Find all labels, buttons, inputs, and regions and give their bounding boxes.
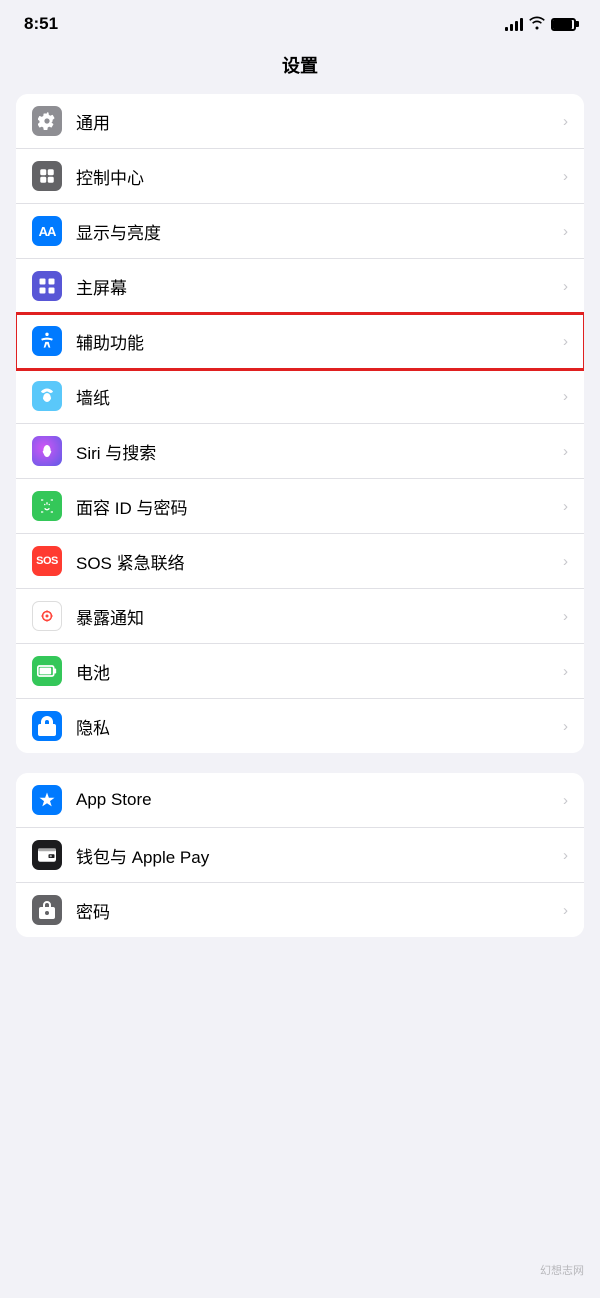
settings-row-general[interactable]: 通用 › [16, 94, 584, 149]
settings-row-exposure[interactable]: 暴露通知 › [16, 589, 584, 644]
sos-chevron: › [563, 553, 568, 570]
settings-row-siri[interactable]: Siri 与搜索 › [16, 424, 584, 479]
sos-label: SOS 紧急联络 [76, 549, 563, 574]
wallet-icon [32, 840, 62, 870]
signal-icon [505, 17, 523, 31]
general-chevron: › [563, 113, 568, 130]
sos-icon: SOS [32, 546, 62, 576]
wallet-label: 钱包与 Apple Pay [76, 843, 563, 868]
privacy-label: 隐私 [76, 714, 563, 739]
wallpaper-label: 墙纸 [76, 384, 563, 409]
page-title: 设置 [0, 42, 600, 94]
password-label: 密码 [76, 898, 563, 923]
settings-group-2: App Store › 钱包与 Apple Pay › 密码 › [16, 773, 584, 937]
settings-row-display[interactable]: AA 显示与亮度 › [16, 204, 584, 259]
control-center-label: 控制中心 [76, 164, 563, 189]
wallpaper-icon [32, 381, 62, 411]
siri-chevron: › [563, 443, 568, 460]
settings-row-password[interactable]: 密码 › [16, 883, 584, 937]
password-icon [32, 895, 62, 925]
wallet-chevron: › [563, 847, 568, 864]
faceid-label: 面容 ID 与密码 [76, 494, 563, 519]
home-screen-icon [32, 271, 62, 301]
general-label: 通用 [76, 109, 563, 134]
password-chevron: › [563, 902, 568, 919]
settings-row-battery[interactable]: 电池 › [16, 644, 584, 699]
appstore-chevron: › [563, 792, 568, 809]
status-time: 8:51 [24, 14, 58, 34]
battery-row-icon [32, 656, 62, 686]
privacy-chevron: › [563, 718, 568, 735]
siri-label: Siri 与搜索 [76, 439, 563, 464]
battery-chevron: › [563, 663, 568, 680]
accessibility-chevron: › [563, 333, 568, 350]
status-bar: 8:51 [0, 0, 600, 42]
general-icon [32, 106, 62, 136]
wallpaper-chevron: › [563, 388, 568, 405]
settings-group-1: 通用 › 控制中心 › AA 显示与亮度 › [16, 94, 584, 753]
watermark: 幻想志网 [540, 1262, 584, 1278]
wifi-icon [529, 16, 545, 33]
settings-row-wallet[interactable]: 钱包与 Apple Pay › [16, 828, 584, 883]
accessibility-label: 辅助功能 [76, 329, 563, 354]
appstore-icon [32, 785, 62, 815]
exposure-chevron: › [563, 608, 568, 625]
settings-row-sos[interactable]: SOS SOS 紧急联络 › [16, 534, 584, 589]
exposure-icon [32, 601, 62, 631]
faceid-icon [32, 491, 62, 521]
privacy-icon [32, 711, 62, 741]
appstore-label: App Store [76, 790, 563, 810]
settings-row-control-center[interactable]: 控制中心 › [16, 149, 584, 204]
control-center-icon [32, 161, 62, 191]
display-icon: AA [32, 216, 62, 246]
exposure-label: 暴露通知 [76, 604, 563, 629]
siri-icon [32, 436, 62, 466]
battery-label: 电池 [76, 659, 563, 684]
settings-row-appstore[interactable]: App Store › [16, 773, 584, 828]
control-center-chevron: › [563, 168, 568, 185]
status-icons [505, 16, 576, 33]
display-chevron: › [563, 223, 568, 240]
home-screen-chevron: › [563, 278, 568, 295]
settings-row-home-screen[interactable]: 主屏幕 › [16, 259, 584, 314]
display-label: 显示与亮度 [76, 219, 563, 244]
faceid-chevron: › [563, 498, 568, 515]
battery-icon [551, 18, 576, 31]
settings-row-faceid[interactable]: 面容 ID 与密码 › [16, 479, 584, 534]
settings-row-accessibility[interactable]: 辅助功能 › [16, 314, 584, 369]
home-screen-label: 主屏幕 [76, 274, 563, 299]
settings-row-wallpaper[interactable]: 墙纸 › [16, 369, 584, 424]
accessibility-icon [32, 326, 62, 356]
settings-row-privacy[interactable]: 隐私 › [16, 699, 584, 753]
